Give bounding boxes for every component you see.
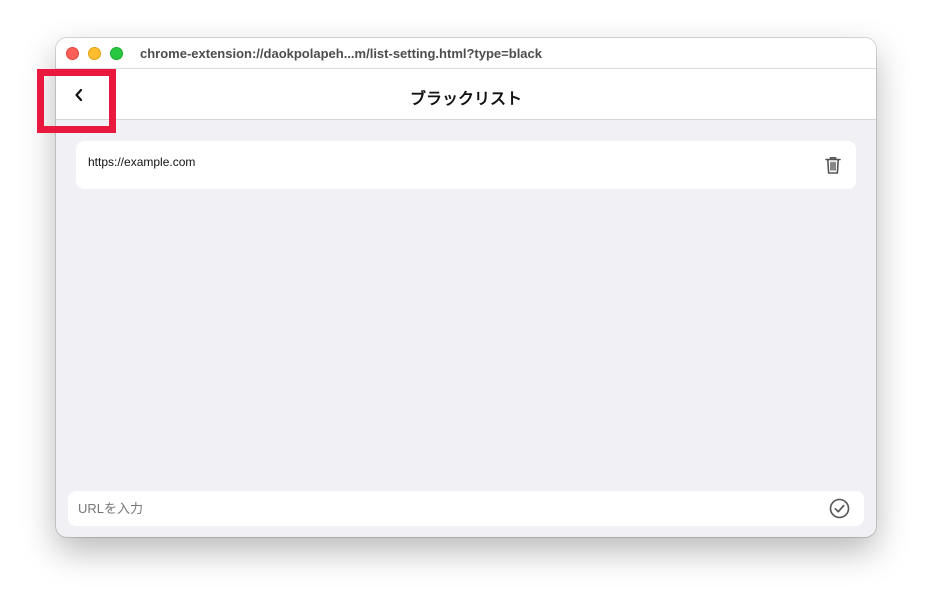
- submit-url-button[interactable]: [829, 498, 850, 519]
- minimize-window-button[interactable]: [88, 47, 101, 60]
- window-title: chrome-extension://daokpolapeh...m/list-…: [140, 46, 542, 61]
- url-input-bar: [68, 491, 864, 526]
- list-item-url: https://example.com: [88, 155, 196, 169]
- trash-icon: [825, 157, 841, 174]
- url-input[interactable]: [68, 491, 808, 526]
- browser-window: chrome-extension://daokpolapeh...m/list-…: [56, 38, 876, 537]
- title-bar: chrome-extension://daokpolapeh...m/list-…: [56, 38, 876, 69]
- check-circle-icon: [829, 498, 850, 519]
- list-item: https://example.com: [76, 141, 856, 189]
- close-window-button[interactable]: [66, 47, 79, 60]
- maximize-window-button[interactable]: [110, 47, 123, 60]
- page-title: ブラックリスト: [409, 91, 522, 108]
- page-header: ブラックリスト: [56, 69, 876, 120]
- delete-item-button[interactable]: [822, 154, 844, 176]
